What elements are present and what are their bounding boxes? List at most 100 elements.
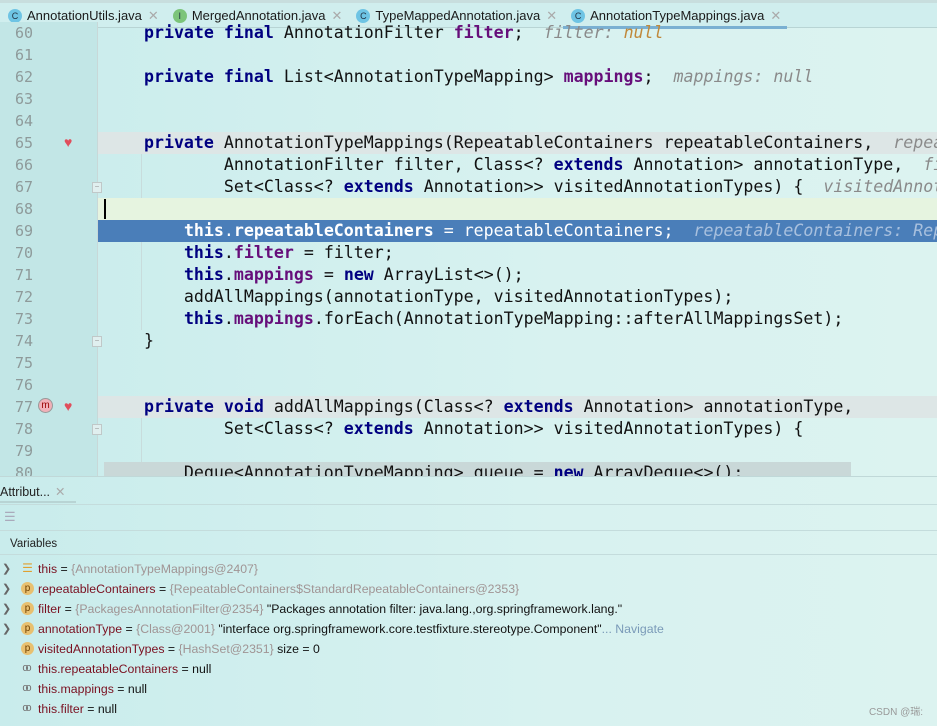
code-text: addAllMappings(annotationType, visitedAn… (104, 287, 734, 306)
line-number: 64 (14, 112, 33, 130)
breakpoint-icon[interactable]: ♥ (64, 134, 72, 150)
line-number: 70 (14, 244, 33, 262)
code-line[interactable] (98, 440, 937, 462)
keyword: this (183, 243, 224, 262)
chevron-right-icon[interactable]: ❯ (2, 559, 11, 579)
chevron-right-icon[interactable]: ❯ (2, 619, 11, 639)
fold-icon[interactable]: − (92, 336, 102, 347)
field: filter (233, 243, 294, 262)
code-line[interactable] (98, 374, 937, 396)
code-line[interactable] (98, 88, 937, 110)
watch-icon: oo (22, 702, 31, 714)
variable-row[interactable]: p visitedAnnotationTypes = {HashSet@2351}… (0, 639, 937, 659)
line-number: 60 (14, 24, 33, 42)
code-line[interactable]: private final List<AnnotationTypeMapping… (98, 66, 937, 88)
parameter-icon: p (21, 622, 34, 635)
variable-row[interactable]: ❯ p filter = {PackagesAnnotationFilter@235… (0, 599, 937, 619)
class-file-icon: C (8, 8, 22, 23)
debug-tab[interactable]: Attribut... ✕ (0, 481, 76, 503)
fold-icon[interactable]: − (92, 424, 102, 435)
code-line[interactable] (98, 44, 937, 66)
code-editor[interactable]: 60 61 62 63 64 65 66 67 68 69 70 71 72 73 74 75 76 77 78 79… (0, 22, 937, 476)
code-line[interactable]: AnnotationFilter filter, Class<? extends… (98, 154, 937, 176)
variable-name: this (38, 562, 58, 576)
line-number: 73 (14, 310, 33, 328)
class-file-icon: C (356, 8, 371, 23)
field: mappings (233, 265, 314, 284)
variable-text: this.mappings = null (38, 679, 147, 699)
code-text: Deque<AnnotationTypeMapping> queue = (104, 463, 554, 476)
code-text: = filter; (293, 243, 394, 262)
inline-value-hint: repeatableContainers: RepeatableContaine… (693, 221, 937, 240)
code-line[interactable]: Set<Class<? extends Annotation>> visited… (98, 418, 937, 440)
debug-panel: Attribut... ✕ ☰ Variables ❯ ☰ this = {Annot… (0, 476, 937, 726)
navigate-link[interactable]: ... Navigate (602, 622, 664, 636)
code-text: AnnotationFilter (283, 23, 454, 42)
equals-sign: = (122, 622, 137, 636)
variable-ref: {Class@2001} (136, 622, 215, 636)
code-line[interactable]: Deque<AnnotationTypeMapping> queue = new… (104, 462, 851, 476)
keyword: new (553, 463, 594, 476)
code-text: = repeatableContainers; (433, 221, 694, 240)
keyword: private (143, 133, 224, 152)
variable-row[interactable]: oo this.filter = null (0, 699, 937, 719)
breakpoint-icon[interactable]: ♥ (64, 398, 72, 414)
code-text: ; (643, 67, 674, 86)
code-text: Annotation> annotationType, (633, 155, 924, 174)
divider (0, 554, 937, 555)
variable-value: "interface org.springframework.core.test… (218, 622, 602, 636)
chevron-right-icon[interactable]: ❯ (2, 579, 11, 599)
code-line[interactable]: this.mappings = new ArrayList<>(); (98, 264, 937, 286)
fold-icon[interactable]: − (92, 182, 102, 193)
variable-text: this.filter = null (38, 699, 117, 719)
code-text: . (223, 221, 234, 240)
variable-value: "Packages annotation filter: java.lang.,… (266, 602, 623, 616)
variable-name: annotationType (38, 622, 123, 636)
code-line[interactable] (98, 198, 937, 220)
code-line[interactable]: this.repeatableContainers = repeatableCo… (98, 220, 937, 242)
watch-icon: oo (22, 682, 31, 694)
line-number: 71 (14, 266, 33, 284)
tab-label: MergedAnnotation.java (191, 8, 326, 23)
variable-row[interactable]: oo this.mappings = null (0, 679, 937, 699)
code-text: AnnotationTypeMappings(RepeatableContain… (223, 133, 894, 152)
variable-value: null (192, 662, 212, 676)
parameter-icon: p (21, 642, 34, 655)
variable-name: this.filter (38, 702, 84, 716)
variable-row[interactable]: ❯ p annotationType = {Class@2001} "interfa… (0, 619, 937, 639)
keyword: this (183, 309, 224, 328)
code-line[interactable]: addAllMappings(annotationType, visitedAn… (98, 286, 937, 308)
chevron-right-icon[interactable]: ❯ (2, 599, 11, 619)
inline-value-hint: repeatableContainers: Re (893, 133, 937, 152)
variables-header: Variables (10, 538, 58, 550)
equals-sign: = (61, 602, 76, 616)
line-number: 75 (14, 354, 33, 372)
field: mappings (563, 67, 644, 86)
code-line[interactable]: private final AnnotationFilter filter; f… (98, 22, 937, 44)
code-text: } (104, 331, 154, 350)
variable-ref: {AnnotationTypeMappings@2407} (71, 562, 258, 576)
close-icon[interactable]: ✕ (55, 485, 65, 499)
variable-text: this = {AnnotationTypeMappings@2407} (38, 559, 258, 579)
keyword: extends (343, 419, 424, 438)
variable-row[interactable]: ❯ p repeatableContainers = {RepeatableCont… (0, 579, 937, 599)
code-line[interactable]: Set<Class<? extends Annotation>> visited… (98, 176, 937, 198)
variable-text: annotationType = {Class@2001} "interface… (38, 619, 664, 639)
settings-list-icon[interactable]: ☰ (4, 509, 16, 525)
code-line[interactable]: this.filter = filter; (98, 242, 937, 264)
code-line[interactable]: this.mappings.forEach(AnnotationTypeMapp… (98, 308, 937, 330)
code-line[interactable] (98, 110, 937, 132)
variable-row[interactable]: ❯ ☰ this = {AnnotationTypeMappings@2407} (0, 559, 937, 579)
code-line[interactable]: private AnnotationTypeMappings(Repeatabl… (98, 132, 937, 154)
code-line[interactable]: } (98, 330, 937, 352)
variable-row[interactable]: oo this.repeatableContainers = null (0, 659, 937, 679)
keyword: private void (143, 397, 274, 416)
code-line[interactable] (98, 352, 937, 374)
text-caret (104, 199, 106, 219)
method-breakpoint-icon[interactable]: m (38, 398, 53, 413)
line-number: 69 (14, 222, 33, 240)
null-value: null (623, 23, 664, 42)
code-line[interactable]: private void addAllMappings(Class<? exte… (98, 396, 937, 418)
